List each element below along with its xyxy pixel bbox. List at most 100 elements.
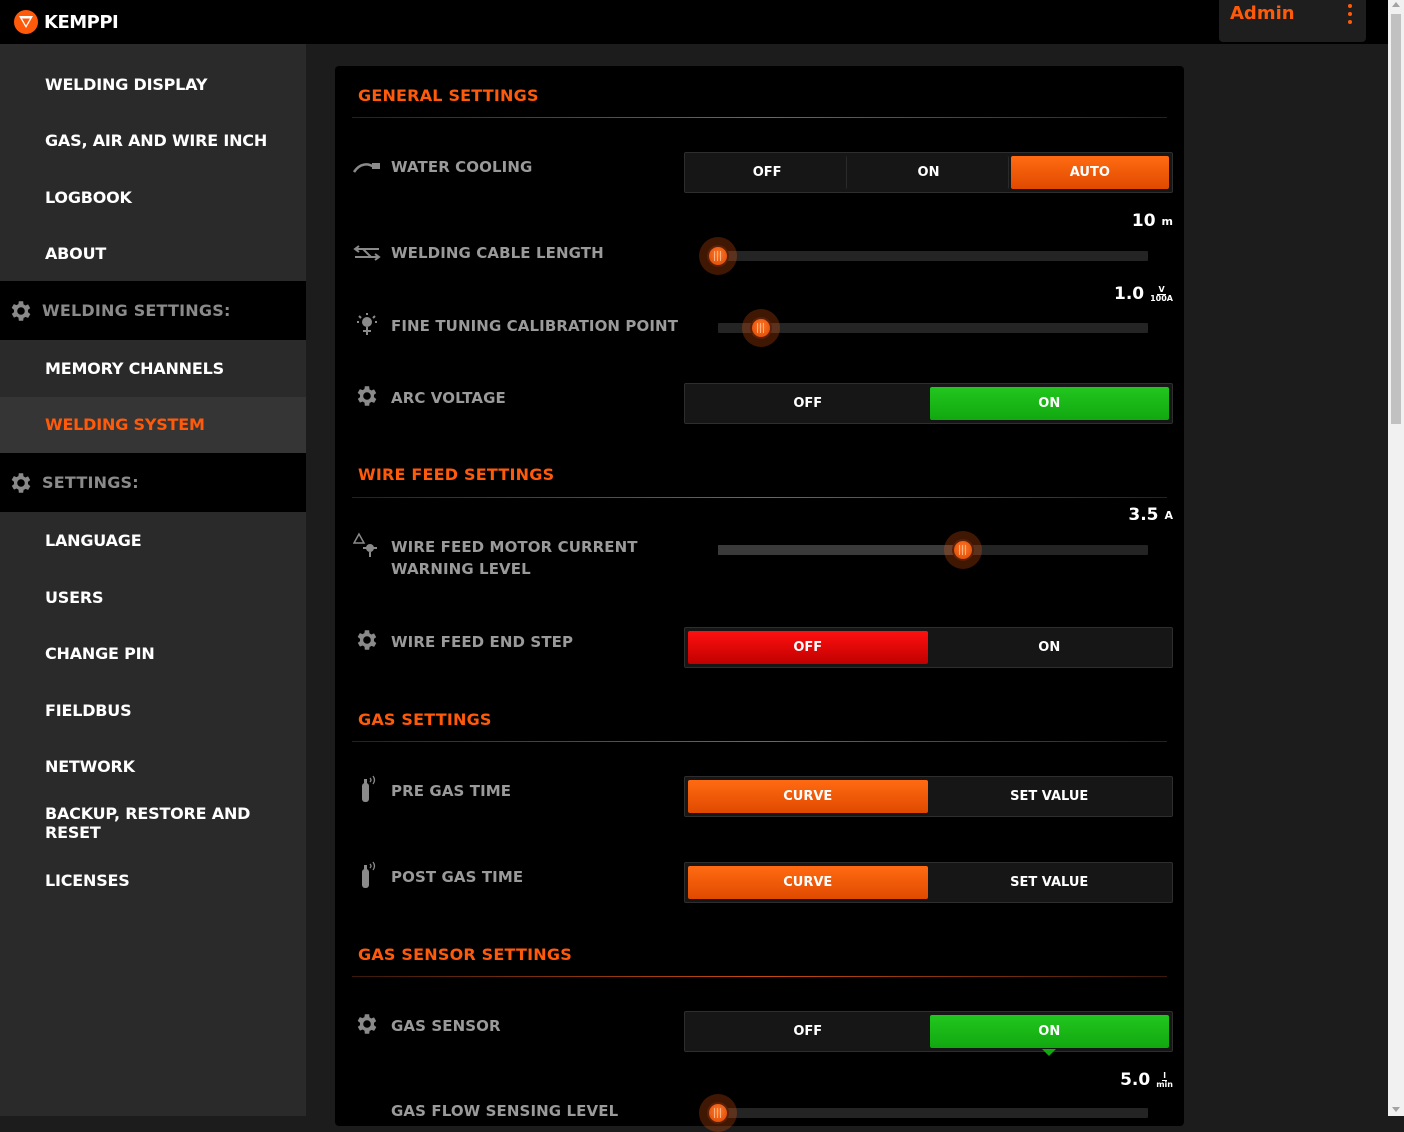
scrollbar-thumb[interactable] [1391, 14, 1401, 424]
post-gas-label: POST GAS TIME [391, 868, 524, 886]
sidebar-group-welding-settings: WELDING SETTINGS: [0, 281, 306, 340]
fine-tuning-value: 1.0 V 100A [1114, 284, 1173, 304]
gear-icon [11, 300, 31, 321]
gear-icon [352, 1011, 382, 1037]
more-options-icon[interactable] [1347, 4, 1353, 24]
post-gas-selector[interactable]: CURVE SET VALUE [684, 862, 1173, 903]
fine-tuning-unit: V 100A [1150, 285, 1173, 303]
sidebar-item-label: ABOUT [45, 243, 107, 263]
scroll-down-arrow-icon[interactable] [1392, 1107, 1400, 1112]
wire-end-step-on-button[interactable]: ON [930, 631, 1170, 664]
brand-name: KEMPPI [44, 11, 119, 33]
scroll-up-arrow-icon[interactable] [1392, 2, 1400, 7]
arc-voltage-on-button[interactable]: ON [929, 387, 1169, 420]
gas-flow-level-label: GAS FLOW SENSING LEVEL [391, 1102, 619, 1120]
sidebar-item-change-pin[interactable]: CHANGE PIN [0, 625, 306, 682]
sidebar-item-label: WELDING SYSTEM [45, 415, 205, 435]
sidebar-group-label: SETTINGS: [42, 473, 139, 493]
sidebar-item-label: GAS, AIR AND WIRE INCH [45, 131, 268, 150]
section-divider [352, 117, 1167, 118]
wire-motor-current-unit: A [1164, 508, 1173, 522]
sidebar-item-language[interactable]: LANGUAGE [0, 512, 306, 569]
sidebar-item-fieldbus[interactable]: FIELDBUS [0, 682, 306, 739]
wire-motor-current-slider[interactable] [718, 531, 1148, 569]
unit-denominator: min [1156, 1079, 1173, 1089]
section-title-wire-feed: WIRE FEED SETTINGS [358, 465, 555, 484]
gas-flow-level-unit: l min [1156, 1071, 1173, 1089]
gear-icon [352, 383, 382, 409]
fine-tuning-label: FINE TUNING CALIBRATION POINT [391, 317, 679, 335]
sidebar: WELDING DISPLAY GAS, AIR AND WIRE INCH L… [0, 44, 306, 1116]
warning-icon [352, 532, 382, 558]
gas-bottle-icon [352, 775, 382, 802]
cable-length-slider[interactable] [699, 237, 1148, 275]
sidebar-group-label: WELDING SETTINGS: [42, 301, 231, 320]
wire-end-step-toggle[interactable]: OFF ON [684, 627, 1173, 668]
brand-logo[interactable]: KEMPPI [14, 10, 119, 34]
gas-sensor-toggle[interactable]: OFF ON [684, 1011, 1173, 1052]
sidebar-item-label: NETWORK [45, 757, 135, 777]
sidebar-item-memory-channels[interactable]: MEMORY CHANNELS [0, 340, 306, 397]
section-title-gas-sensor: GAS SENSOR SETTINGS [358, 945, 572, 964]
kemppi-logo-icon [14, 10, 38, 34]
sidebar-item-welding-display[interactable]: WELDING DISPLAY [0, 56, 306, 112]
wire-motor-current-label-line2: WARNING LEVEL [391, 560, 531, 578]
wire-end-step-off-button[interactable]: OFF [688, 631, 928, 664]
gas-bottle-icon [352, 861, 382, 888]
cable-length-icon [352, 240, 382, 266]
water-cooling-selector[interactable]: OFF ON AUTO [684, 152, 1173, 193]
pre-gas-curve-button[interactable]: CURVE [688, 780, 928, 813]
fine-tuning-slider[interactable] [718, 309, 1148, 347]
sidebar-group-settings: SETTINGS: [0, 453, 306, 513]
section-divider [352, 741, 1167, 742]
sidebar-item-welding-system[interactable]: WELDING SYSTEM [0, 396, 306, 454]
sidebar-item-logbook[interactable]: LOGBOOK [0, 169, 306, 225]
water-cooling-auto-button[interactable]: AUTO [1010, 156, 1169, 189]
sidebar-item-label: USERS [45, 587, 104, 607]
slider-handle[interactable] [742, 309, 780, 347]
sidebar-item-label: BACKUP, RESTORE AND RESET [45, 804, 251, 843]
arc-voltage-toggle[interactable]: OFF ON [684, 383, 1173, 424]
post-gas-set-value-button[interactable]: SET VALUE [930, 866, 1170, 899]
gas-sensor-label: GAS SENSOR [391, 1017, 501, 1035]
water-cooling-off-button[interactable]: OFF [688, 156, 848, 189]
sidebar-item-gas-air-wire-inch[interactable]: GAS, AIR AND WIRE INCH [0, 112, 306, 169]
arc-voltage-label: ARC VOLTAGE [391, 389, 506, 407]
wire-motor-current-label-line1: WIRE FEED MOTOR CURRENT [391, 538, 638, 556]
wire-motor-current-label: WIRE FEED MOTOR CURRENT WARNING LEVEL [391, 536, 638, 580]
pre-gas-selector[interactable]: CURVE SET VALUE [684, 776, 1173, 817]
sidebar-item-label: MEMORY CHANNELS [45, 358, 224, 378]
gear-icon [11, 472, 31, 493]
post-gas-curve-button[interactable]: CURVE [688, 866, 928, 899]
cable-length-value: 10 m [1132, 211, 1173, 231]
pre-gas-label: PRE GAS TIME [391, 782, 512, 800]
user-name: Admin [1230, 3, 1295, 24]
water-cooling-label: WATER COOLING [391, 158, 533, 176]
sidebar-item-label: LOGBOOK [45, 187, 132, 207]
section-divider [352, 497, 1167, 498]
sidebar-item-backup-restore-reset[interactable]: BACKUP, RESTORE AND RESET [0, 795, 306, 852]
section-divider [352, 976, 1167, 977]
arc-voltage-off-button[interactable]: OFF [688, 387, 928, 420]
gas-flow-level-slider[interactable] [699, 1094, 1148, 1132]
sidebar-item-users[interactable]: USERS [0, 569, 306, 626]
sidebar-item-licenses[interactable]: LICENSES [0, 852, 306, 909]
cable-length-number: 10 [1131, 211, 1156, 231]
sidebar-item-about[interactable]: ABOUT [0, 225, 306, 281]
wire-motor-current-value: 3.5 A [1128, 505, 1173, 525]
sidebar-item-network[interactable]: NETWORK [0, 739, 306, 796]
water-cooling-on-button[interactable]: ON [849, 156, 1009, 189]
slider-handle[interactable] [699, 237, 737, 275]
gas-sensor-on-button[interactable]: ON [929, 1015, 1169, 1048]
user-menu[interactable]: Admin [1219, 0, 1366, 42]
pre-gas-set-value-button[interactable]: SET VALUE [930, 780, 1170, 813]
sidebar-item-label: WELDING DISPLAY [45, 74, 208, 94]
sidebar-item-label: CHANGE PIN [45, 644, 155, 664]
slider-handle[interactable] [944, 531, 983, 569]
wire-motor-current-number: 3.5 [1128, 505, 1159, 525]
fine-tuning-number: 1.0 [1113, 284, 1145, 304]
slider-handle[interactable] [699, 1094, 737, 1132]
gas-sensor-off-button[interactable]: OFF [688, 1015, 928, 1048]
cable-length-label: WELDING CABLE LENGTH [391, 244, 604, 262]
gear-icon [352, 627, 382, 653]
